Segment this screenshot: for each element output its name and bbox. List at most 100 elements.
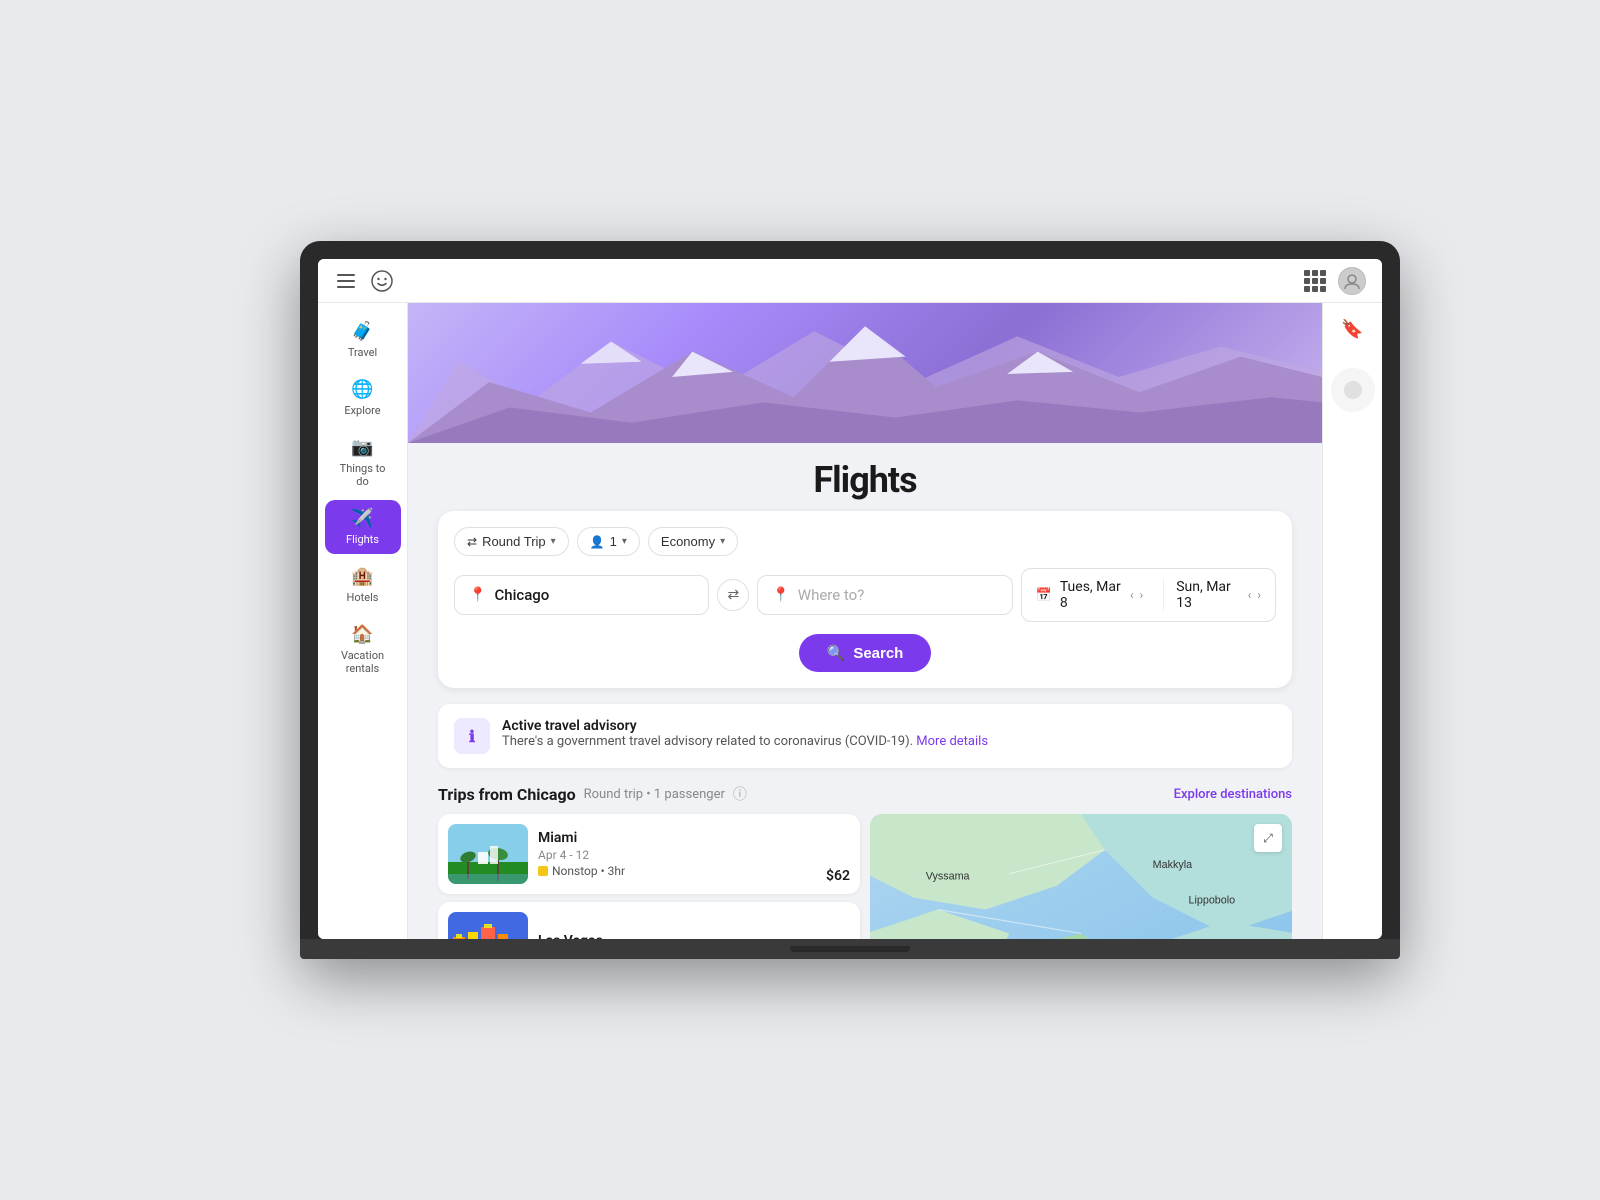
return-prev-arrow[interactable]: ‹ [1248, 588, 1252, 602]
content-area: Flights ⇄ Round Trip ▾ 👤 1 ▾ [408, 303, 1322, 939]
depart-next-arrow[interactable]: › [1140, 588, 1144, 602]
map-card[interactable]: ⤢ [870, 814, 1292, 939]
right-panel: 🔖 [1322, 303, 1382, 939]
origin-field[interactable]: 📍 Chicago [454, 575, 709, 615]
laptop-screen: 🧳 Travel 🌐 Explore 📷 Things to do ✈️ Fli… [318, 259, 1382, 939]
cabin-chevron: ▾ [720, 536, 725, 547]
advisory-title: Active travel advisory [502, 718, 988, 734]
trips-info-icon[interactable]: ⓘ [733, 784, 747, 804]
depart-prev-arrow[interactable]: ‹ [1130, 588, 1134, 602]
sidebar-item-explore[interactable]: 🌐 Explore [325, 371, 401, 425]
laptop-frame: 🧳 Travel 🌐 Explore 📷 Things to do ✈️ Fli… [300, 241, 1400, 959]
search-fields-row: 📍 Chicago ⇄ 📍 Where to? 📅 Tues, Mar 8 [454, 568, 1276, 622]
destination-placeholder: Where to? [798, 586, 865, 604]
flights-icon: ✈️ [351, 508, 373, 529]
laptop-notch [790, 946, 910, 952]
passengers-chevron: ▾ [622, 536, 627, 547]
search-options-row: ⇄ Round Trip ▾ 👤 1 ▾ Economy ▾ [454, 527, 1276, 556]
trips-subtitle: Round trip • 1 passenger [584, 787, 725, 802]
trips-section-title: Trips from Chicago [438, 785, 576, 804]
sidebar-item-travel[interactable]: 🧳 Travel [325, 313, 401, 367]
search-button[interactable]: 🔍 Search [799, 634, 932, 672]
passengers-label: 1 [610, 534, 617, 549]
trips-title-row: Trips from Chicago Round trip • 1 passen… [438, 784, 747, 804]
map-background: Tampere Vyssama Makkyla Lippobolo Pormma… [870, 814, 1292, 939]
explore-destinations-link[interactable]: Explore destinations [1174, 787, 1292, 802]
sidebar-item-vacation[interactable]: 🏠 Vacation rentals [325, 616, 401, 683]
main-layout: 🧳 Travel 🌐 Explore 📷 Things to do ✈️ Fli… [318, 303, 1382, 939]
search-magnifier-icon: 🔍 [827, 644, 846, 662]
miami-card-image [448, 824, 528, 884]
top-bar-right [1304, 267, 1366, 295]
sidebar-label-travel: Travel [348, 346, 377, 359]
svg-text:Makkyla: Makkyla [1153, 859, 1192, 871]
trips-header: Trips from Chicago Round trip • 1 passen… [438, 784, 1292, 804]
origin-pin-icon: 📍 [469, 587, 486, 603]
cabin-dropdown[interactable]: Economy ▾ [648, 527, 738, 556]
advisory-content: Active travel advisory There's a governm… [502, 718, 988, 749]
depart-date-field[interactable]: 📅 Tues, Mar 8 ‹ › Sun, Mar 13 ‹ › [1021, 568, 1276, 622]
miami-dates: Apr 4 - 12 [538, 848, 816, 862]
miami-city-name: Miami [538, 830, 816, 846]
trip-type-dropdown[interactable]: ⇄ Round Trip ▾ [454, 527, 569, 556]
search-button-label: Search [853, 645, 903, 662]
calendar-icon: 📅 [1036, 588, 1052, 603]
destination-field[interactable]: 📍 Where to? [757, 575, 1012, 615]
return-date-text: Sun, Mar 13 [1176, 579, 1242, 611]
hero-banner [408, 303, 1322, 443]
advisory-more-details-link[interactable]: More details [916, 734, 988, 749]
sidebar-label-explore: Explore [344, 404, 380, 417]
svg-text:Lippobolo: Lippobolo [1189, 895, 1236, 907]
trip-card-miami[interactable]: Miami Apr 4 - 12 Nonstop • 3hr $62 [438, 814, 860, 894]
lasvegas-card-info: Las Vegas [538, 933, 850, 939]
trip-card-lasvegas[interactable]: Las Vegas [438, 902, 860, 939]
page-title: Flights [408, 459, 1322, 501]
trip-type-label: Round Trip [482, 534, 546, 549]
user-avatar[interactable] [1338, 267, 1366, 295]
depart-date-text: Tues, Mar 8 [1060, 579, 1124, 611]
search-container: ⇄ Round Trip ▾ 👤 1 ▾ Economy ▾ [438, 511, 1292, 688]
vacation-icon: 🏠 [351, 624, 373, 645]
cabin-label: Economy [661, 534, 715, 549]
swap-button[interactable]: ⇄ [717, 579, 749, 611]
top-bar [318, 259, 1382, 303]
return-next-arrow[interactable]: › [1257, 588, 1261, 602]
scroll-hint [1331, 368, 1375, 412]
sidebar-item-flights[interactable]: ✈️ Flights [325, 500, 401, 554]
destination-pin-icon: 📍 [772, 587, 789, 603]
search-btn-row: 🔍 Search [454, 634, 1276, 672]
hamburger-icon[interactable] [334, 269, 358, 293]
passengers-dropdown[interactable]: 👤 1 ▾ [577, 527, 640, 556]
expand-icon: ⤢ [1263, 831, 1273, 846]
trip-cards-column: Miami Apr 4 - 12 Nonstop • 3hr $62 [438, 814, 860, 939]
hotels-icon: 🏨 [351, 566, 373, 587]
origin-value: Chicago [494, 586, 549, 604]
sidebar-label-flights: Flights [346, 533, 379, 546]
advisory-info-icon: ℹ [469, 727, 475, 746]
sidebar-item-hotels[interactable]: 🏨 Hotels [325, 558, 401, 612]
page-title-section: Flights [408, 443, 1322, 511]
smiley-icon[interactable] [370, 269, 394, 293]
laptop-bottom-bar [300, 939, 1400, 959]
sidebar-item-things-to-do[interactable]: 📷 Things to do [325, 429, 401, 496]
advisory-description: There's a government travel advisory rel… [502, 734, 988, 749]
bookmark-icon[interactable]: 🔖 [1341, 319, 1363, 340]
lasvegas-city-name: Las Vegas [538, 933, 850, 939]
top-bar-left [334, 269, 394, 293]
map-expand-button[interactable]: ⤢ [1254, 824, 1282, 852]
grid-icon[interactable] [1304, 270, 1326, 292]
svg-text:Vyssama: Vyssama [926, 871, 970, 883]
explore-icon: 🌐 [351, 379, 373, 400]
advisory-icon-wrap: ℹ [454, 718, 490, 754]
lasvegas-card-image [448, 912, 528, 939]
travel-icon: 🧳 [351, 321, 373, 342]
nonstop-badge-miami [538, 866, 548, 876]
return-date-nav: Sun, Mar 13 ‹ › [1163, 579, 1261, 611]
sidebar-label-vacation: Vacation rentals [337, 649, 389, 675]
sidebar-label-things: Things to do [337, 462, 389, 488]
sidebar-label-hotels: Hotels [347, 591, 379, 604]
depart-date-nav: Tues, Mar 8 ‹ › [1060, 579, 1143, 611]
advisory-banner: ℹ Active travel advisory There's a gover… [438, 704, 1292, 768]
miami-flight-info: Nonstop • 3hr [538, 864, 816, 878]
sidebar: 🧳 Travel 🌐 Explore 📷 Things to do ✈️ Fli… [318, 303, 408, 939]
